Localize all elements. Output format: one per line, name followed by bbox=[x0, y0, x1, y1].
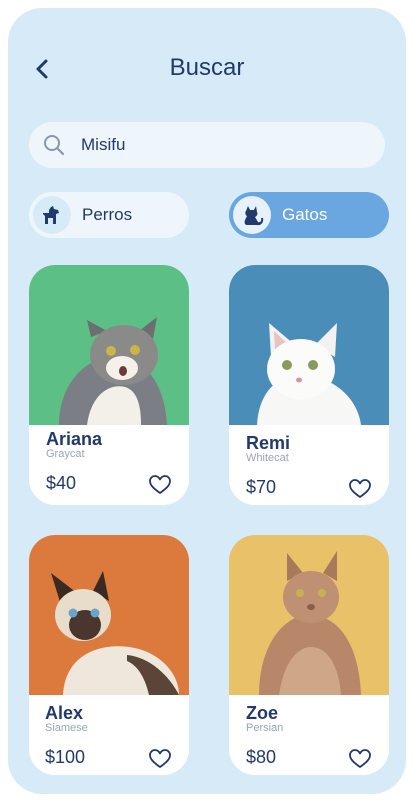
page-title: Buscar bbox=[169, 54, 245, 81]
pet-photo bbox=[29, 265, 189, 425]
pet-breed: Persian bbox=[246, 722, 284, 734]
search-icon bbox=[44, 135, 65, 156]
dog-icon-wrapper bbox=[33, 196, 71, 234]
pet-price: $70 bbox=[246, 477, 277, 497]
pet-info: Remi Whitecat $70 bbox=[229, 425, 389, 505]
pet-card-remi[interactable]: Remi Whitecat $70 bbox=[229, 265, 389, 505]
pet-name: Alex bbox=[45, 703, 84, 723]
pet-info: Ariana Graycat $40 bbox=[29, 425, 189, 505]
dog-icon bbox=[43, 206, 59, 224]
heart-icon[interactable] bbox=[149, 749, 171, 769]
heart-icon[interactable] bbox=[349, 479, 371, 499]
pet-name: Zoe bbox=[246, 703, 279, 723]
pet-photo bbox=[29, 535, 189, 695]
heart-icon[interactable] bbox=[149, 475, 171, 495]
pet-card-zoe[interactable]: Zoe Persian $80 bbox=[229, 535, 389, 775]
pet-photo bbox=[229, 265, 389, 425]
cat-icon bbox=[244, 206, 264, 226]
heart-icon[interactable] bbox=[349, 749, 371, 769]
category-label-perros: Perros bbox=[82, 205, 133, 224]
pet-price: $40 bbox=[46, 473, 77, 493]
pet-breed: Whitecat bbox=[246, 452, 289, 464]
pet-card-alex[interactable]: Alex Siamese $100 bbox=[29, 535, 189, 775]
category-label-gatos: Gatos bbox=[282, 205, 328, 224]
cat-icon-wrapper bbox=[233, 196, 271, 234]
pet-photo bbox=[229, 535, 389, 695]
pet-price: $80 bbox=[246, 747, 277, 767]
pet-name: Remi bbox=[246, 433, 291, 453]
pet-breed: Siamese bbox=[45, 722, 88, 734]
pet-info: Zoe Persian $80 bbox=[229, 695, 389, 775]
search-bar bbox=[29, 122, 385, 168]
pet-price: $100 bbox=[45, 747, 86, 767]
search-input[interactable] bbox=[81, 122, 371, 168]
pet-card-ariana[interactable]: Ariana Graycat $40 bbox=[29, 265, 189, 505]
pet-info: Alex Siamese $100 bbox=[29, 695, 189, 775]
category-chip-gatos[interactable]: Gatos bbox=[229, 192, 389, 238]
pet-name: Ariana bbox=[46, 429, 103, 449]
pet-breed: Graycat bbox=[46, 448, 85, 460]
category-chip-perros[interactable]: Perros bbox=[29, 192, 189, 238]
